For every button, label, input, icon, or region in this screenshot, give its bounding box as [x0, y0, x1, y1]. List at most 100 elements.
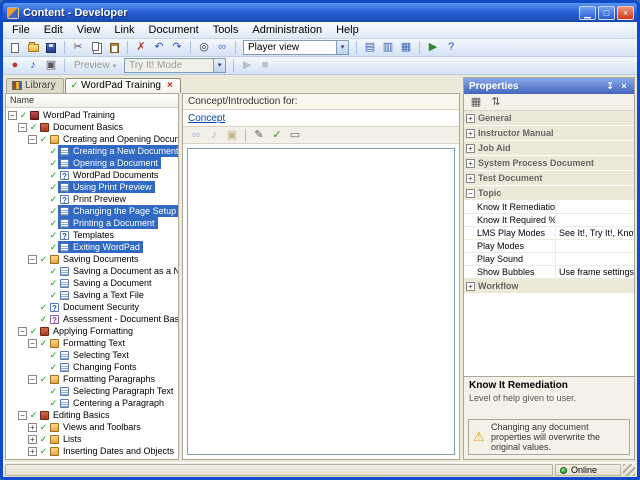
dropdown-arrow-icon[interactable]: ▾	[213, 59, 226, 72]
collapse-toggle-icon[interactable]: −	[28, 254, 37, 264]
property-category[interactable]: + Job Aid	[464, 141, 634, 156]
tree-item-body[interactable]: Document Security	[48, 301, 142, 313]
collapse-icon[interactable]: −	[466, 188, 475, 198]
cut-icon[interactable]: ✂	[69, 40, 87, 56]
tree-item-body[interactable]: Centering a Paragraph	[58, 397, 167, 409]
tree-item[interactable]: − ✓ Applying Formatting	[6, 325, 178, 337]
property-value[interactable]: Use frame settings	[556, 266, 634, 279]
tree-item-body[interactable]: Saving a Text File	[58, 289, 147, 301]
tree-item-body[interactable]: Inserting Dates and Objects	[48, 445, 177, 457]
tree-item[interactable]: ✓ Saving a Document	[6, 277, 178, 289]
record-topic-icon[interactable]: ●	[6, 58, 24, 74]
menu-tools[interactable]: Tools	[206, 22, 246, 38]
tree-item-body[interactable]: Creating and Opening Documents	[48, 133, 178, 145]
tree-item-body[interactable]: Views and Toolbars	[48, 421, 144, 433]
pin-icon[interactable]: ↧	[603, 81, 617, 92]
collapse-toggle-icon[interactable]: −	[18, 122, 27, 132]
tree-item-body[interactable]: Opening a Document	[58, 157, 162, 169]
property-value[interactable]: See It!, Try It!, Know It?	[556, 227, 634, 240]
tree-item[interactable]: −✓ Creating and Opening Documents	[6, 133, 178, 145]
collapse-toggle-icon[interactable]: −	[18, 410, 27, 420]
categorized-icon[interactable]: ▦	[467, 94, 485, 110]
tree-item-body[interactable]: Using Print Preview	[58, 181, 155, 193]
property-row[interactable]: Show Bubbles Use frame settings	[464, 265, 634, 279]
spellcheck-icon[interactable]: ✓	[268, 127, 286, 143]
tree-item[interactable]: ✓ Using Print Preview	[6, 181, 178, 193]
tree-item[interactable]: ✓ Printing a Document	[6, 217, 178, 229]
property-value[interactable]	[556, 201, 634, 214]
expand-toggle-icon[interactable]: +	[28, 422, 37, 432]
tree-item[interactable]: ✓ Saving a Text File	[6, 289, 178, 301]
menu-link[interactable]: Link	[107, 22, 141, 38]
tree-item[interactable]: ✓ Templates	[6, 229, 178, 241]
property-category[interactable]: + System Process Document	[464, 156, 634, 171]
tree-item[interactable]: ✓ Opening a Document	[6, 157, 178, 169]
tree-item-body[interactable]: Selecting Text	[58, 349, 132, 361]
maximize-button[interactable]: □	[598, 5, 615, 20]
tree-item-body[interactable]: WordPad Training	[28, 109, 118, 121]
tree-item[interactable]: ✓ Exiting WordPad	[6, 241, 178, 253]
screenshot-icon[interactable]: ▣	[42, 58, 60, 74]
menu-help[interactable]: Help	[329, 22, 366, 38]
new-document-icon[interactable]	[6, 40, 24, 56]
tab-library[interactable]: Library	[6, 78, 64, 93]
save-icon[interactable]	[42, 40, 60, 56]
collapse-toggle-icon[interactable]: −	[18, 326, 27, 336]
tree-item-body[interactable]: WordPad Documents	[58, 169, 161, 181]
insert-image-icon[interactable]: ▣	[223, 127, 241, 143]
expand-toggle-icon[interactable]: +	[28, 434, 37, 444]
start-preview-icon[interactable]: ▶	[424, 40, 442, 56]
player-view-select[interactable]: Player view ▾	[243, 40, 349, 55]
tree-item[interactable]: − ✓ WordPad Training	[6, 109, 178, 121]
tree-item[interactable]: ✓ Document Security	[6, 301, 178, 313]
undo-icon[interactable]: ↶	[150, 40, 168, 56]
play-mode-select[interactable]: Try It! Mode ▾	[124, 58, 227, 73]
tree-item-body[interactable]: Exiting WordPad	[58, 241, 143, 253]
property-category[interactable]: + General	[464, 111, 634, 126]
tree-item-body[interactable]: Creating a New Document	[58, 145, 178, 157]
tree-item-body[interactable]: Lists	[48, 433, 85, 445]
alphabetical-icon[interactable]: ⇅	[487, 94, 505, 110]
tree-item[interactable]: ✓ WordPad Documents	[6, 169, 178, 181]
expand-icon[interactable]: +	[466, 173, 475, 183]
tree-item-body[interactable]: Document Basics	[38, 121, 126, 133]
menu-view[interactable]: View	[70, 22, 108, 38]
tree-item-body[interactable]: Selecting Paragraph Text	[58, 385, 176, 397]
tree-item[interactable]: − ✓ Document Basics	[6, 121, 178, 133]
tree-item[interactable]: ✓ Print Preview	[6, 193, 178, 205]
paste-icon[interactable]	[105, 40, 123, 56]
tree-item-body[interactable]: Print Preview	[58, 193, 129, 205]
tree-item[interactable]: − ✓ Formatting Paragraphs	[6, 373, 178, 385]
property-row[interactable]: LMS Play ModesSee It!, Try It!, Know It?	[464, 226, 634, 240]
expand-icon[interactable]: +	[466, 143, 475, 153]
menu-edit[interactable]: Edit	[37, 22, 70, 38]
expand-toggle-icon[interactable]: +	[28, 446, 37, 456]
tab-close-icon[interactable]: ×	[167, 80, 173, 91]
tree-item-body[interactable]: Templates	[58, 229, 117, 241]
tree-item[interactable]: ✓ Selecting Paragraph Text	[6, 385, 178, 397]
tree-item[interactable]: − ✓ Editing Basics	[6, 409, 178, 421]
properties-close-icon[interactable]: ×	[617, 81, 631, 91]
insert-link-icon[interactable]: ∞	[187, 127, 205, 143]
tree-item-body[interactable]: Editing Basics	[38, 409, 113, 421]
comment-icon[interactable]: ▭	[286, 127, 304, 143]
collapse-toggle-icon[interactable]: −	[28, 374, 37, 384]
tree-item[interactable]: ✓ Selecting Text	[6, 349, 178, 361]
tree-item-body[interactable]: Changing the Page Setup	[58, 205, 178, 217]
sound-recording-icon[interactable]: ♪	[24, 58, 42, 74]
tree-item[interactable]: + ✓ Lists	[6, 433, 178, 445]
tree-item[interactable]: ✓ Assessment - Document Basics	[6, 313, 178, 325]
menu-file[interactable]: File	[5, 22, 37, 38]
tree-item[interactable]: − ✓ Saving Documents	[6, 253, 178, 265]
play-icon[interactable]: ▶	[238, 58, 256, 74]
collapse-toggle-icon[interactable]: −	[28, 338, 37, 348]
property-row[interactable]: Play Sound	[464, 252, 634, 266]
property-row[interactable]: Know It Remediation	[464, 200, 634, 214]
property-category[interactable]: + Workflow	[464, 279, 634, 294]
tree-item-body[interactable]: Saving a Document as a New File	[58, 265, 178, 277]
property-value[interactable]	[556, 240, 634, 253]
tree-item-body[interactable]: Printing a Document	[58, 217, 158, 229]
concept-link[interactable]: Concept	[188, 113, 459, 124]
tree-item-body[interactable]: Changing Fonts	[58, 361, 140, 373]
menu-administration[interactable]: Administration	[245, 22, 329, 38]
